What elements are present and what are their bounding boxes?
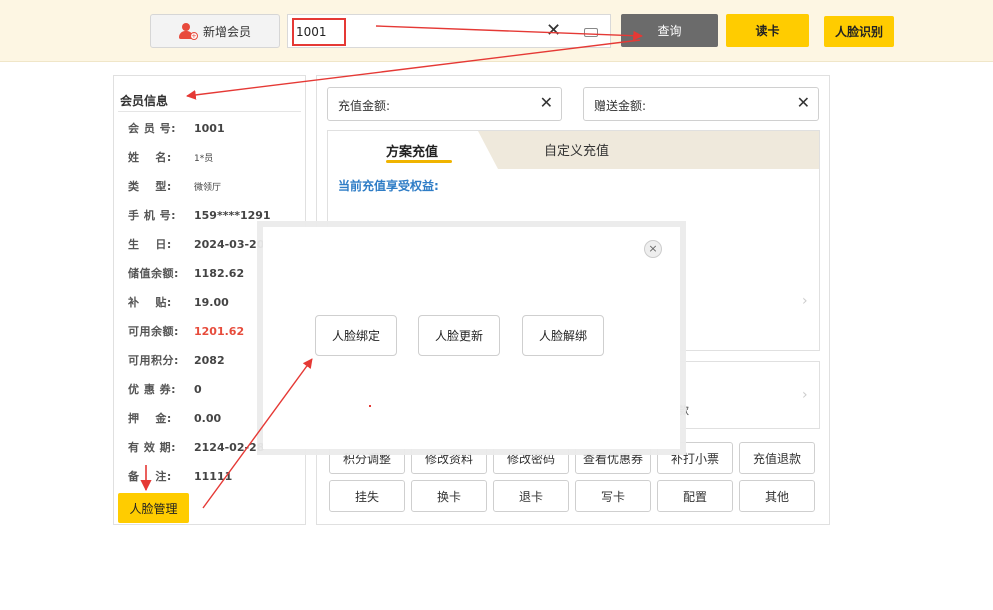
gift-amount-label: 赠送金额: [594, 99, 647, 113]
search-input[interactable] [292, 18, 346, 46]
info-row-type: 类 型: 微领厅 [128, 177, 221, 195]
recharge-amount-field[interactable]: 充值金额: ✕ [327, 87, 562, 121]
read-card-button[interactable]: 读卡 [726, 14, 809, 47]
info-label: 备 注: [128, 470, 172, 483]
clear-icon[interactable]: ✕ [546, 22, 561, 40]
info-row-expiry: 有 效 期: 2124-02-28 [128, 438, 264, 456]
tab-bar: 方案充值 自定义充值 [328, 131, 819, 169]
info-row-coupons: 优 惠 券: 0 [128, 380, 202, 398]
write-card-button[interactable]: 写卡 [575, 480, 651, 512]
info-label: 有 效 期: [128, 441, 177, 454]
config-button[interactable]: 配置 [657, 480, 733, 512]
info-value: 1*员 [194, 153, 214, 164]
face-bind-button[interactable]: 人脸绑定 [315, 315, 397, 356]
info-value: 19.00 [194, 295, 229, 309]
info-label: 会 员 号: [128, 122, 177, 135]
face-update-button[interactable]: 人脸更新 [418, 315, 500, 356]
info-label: 优 惠 券: [128, 383, 177, 396]
benefit-label: 当前充值享受权益: [338, 179, 439, 193]
app-root: + 新增会员 ✕ 查询 读卡 人脸识别 会员信息 会 员 号: 1001 姓 名… [0, 0, 993, 610]
chevron-right-icon[interactable]: › [802, 293, 808, 309]
info-label: 储值余额: [128, 267, 179, 280]
report-loss-button[interactable]: 挂失 [329, 480, 405, 512]
close-icon[interactable]: ✕ [797, 93, 810, 112]
info-value: 2124-02-28 [194, 440, 265, 454]
info-value: 0.00 [194, 411, 222, 425]
divider [118, 111, 301, 112]
info-label: 生 日: [128, 238, 172, 251]
user-plus-icon: + [178, 23, 198, 40]
chevron-right-icon[interactable]: › [802, 387, 808, 403]
top-bar: + 新增会员 ✕ 查询 读卡 人脸识别 [0, 0, 993, 62]
tab-custom-recharge[interactable]: 自定义充值 [544, 140, 609, 159]
info-row-name: 姓 名: 1*员 [128, 148, 213, 166]
add-member-label: 新增会员 [202, 24, 251, 39]
close-icon[interactable]: ✕ [540, 93, 553, 112]
return-card-button[interactable]: 退卡 [493, 480, 569, 512]
query-button[interactable]: 查询 [621, 14, 718, 47]
member-info-title: 会员信息 [120, 94, 169, 108]
info-row-deposit: 押 金: 0.00 [128, 409, 221, 427]
info-label: 类 型: [128, 180, 172, 193]
info-row-birthday: 生 日: 2024-03-20 [128, 235, 264, 253]
info-row-stored-balance: 储值余额: 1182.62 [128, 264, 244, 282]
info-row-points: 可用积分: 2082 [128, 351, 225, 369]
info-value: 2024-03-20 [194, 237, 265, 251]
info-label: 补 贴: [128, 296, 172, 309]
info-label: 可用余额: [128, 325, 179, 338]
info-value: 微领厅 [194, 182, 222, 193]
info-value: 1182.62 [194, 266, 245, 280]
info-label: 姓 名: [128, 151, 172, 164]
face-unbind-button[interactable]: 人脸解绑 [522, 315, 604, 356]
info-row-phone: 手 机 号: 159****1291 [128, 206, 271, 224]
info-value: 2082 [194, 353, 225, 367]
recharge-amount-label: 充值金额: [338, 99, 391, 113]
face-manage-modal: × 人脸绑定 人脸更新 人脸解绑 [263, 227, 680, 449]
tab-underline [386, 160, 452, 163]
info-row-subsidy: 补 贴: 19.00 [128, 293, 229, 311]
info-value: 1201.62 [194, 324, 245, 338]
info-value: 1001 [194, 121, 225, 135]
face-recognition-button[interactable]: 人脸识别 [824, 16, 894, 47]
keyboard-icon[interactable] [584, 28, 598, 37]
info-label: 押 金: [128, 412, 172, 425]
info-label: 手 机 号: [128, 209, 177, 222]
info-row-available-balance: 可用余额: 1201.62 [128, 322, 244, 340]
other-button[interactable]: 其他 [739, 480, 815, 512]
info-value: 0 [194, 382, 202, 396]
info-row-remark: 备 注: 11111 [128, 467, 232, 485]
red-dot-mark [369, 405, 371, 407]
info-row-member-no: 会 员 号: 1001 [128, 119, 225, 137]
recharge-refund-button[interactable]: 充值退款 [739, 442, 815, 474]
add-member-button[interactable]: + 新增会员 [150, 14, 280, 48]
info-label: 可用积分: [128, 354, 179, 367]
close-icon[interactable]: × [644, 240, 662, 258]
info-value: 11111 [194, 469, 233, 483]
tab-plan-recharge-label[interactable]: 方案充值 [386, 141, 438, 160]
face-manage-button[interactable]: 人脸管理 [118, 493, 189, 523]
info-value: 159****1291 [194, 208, 271, 222]
gift-amount-field[interactable]: 赠送金额: ✕ [583, 87, 819, 121]
replace-card-button[interactable]: 换卡 [411, 480, 487, 512]
search-box: ✕ [287, 14, 611, 48]
